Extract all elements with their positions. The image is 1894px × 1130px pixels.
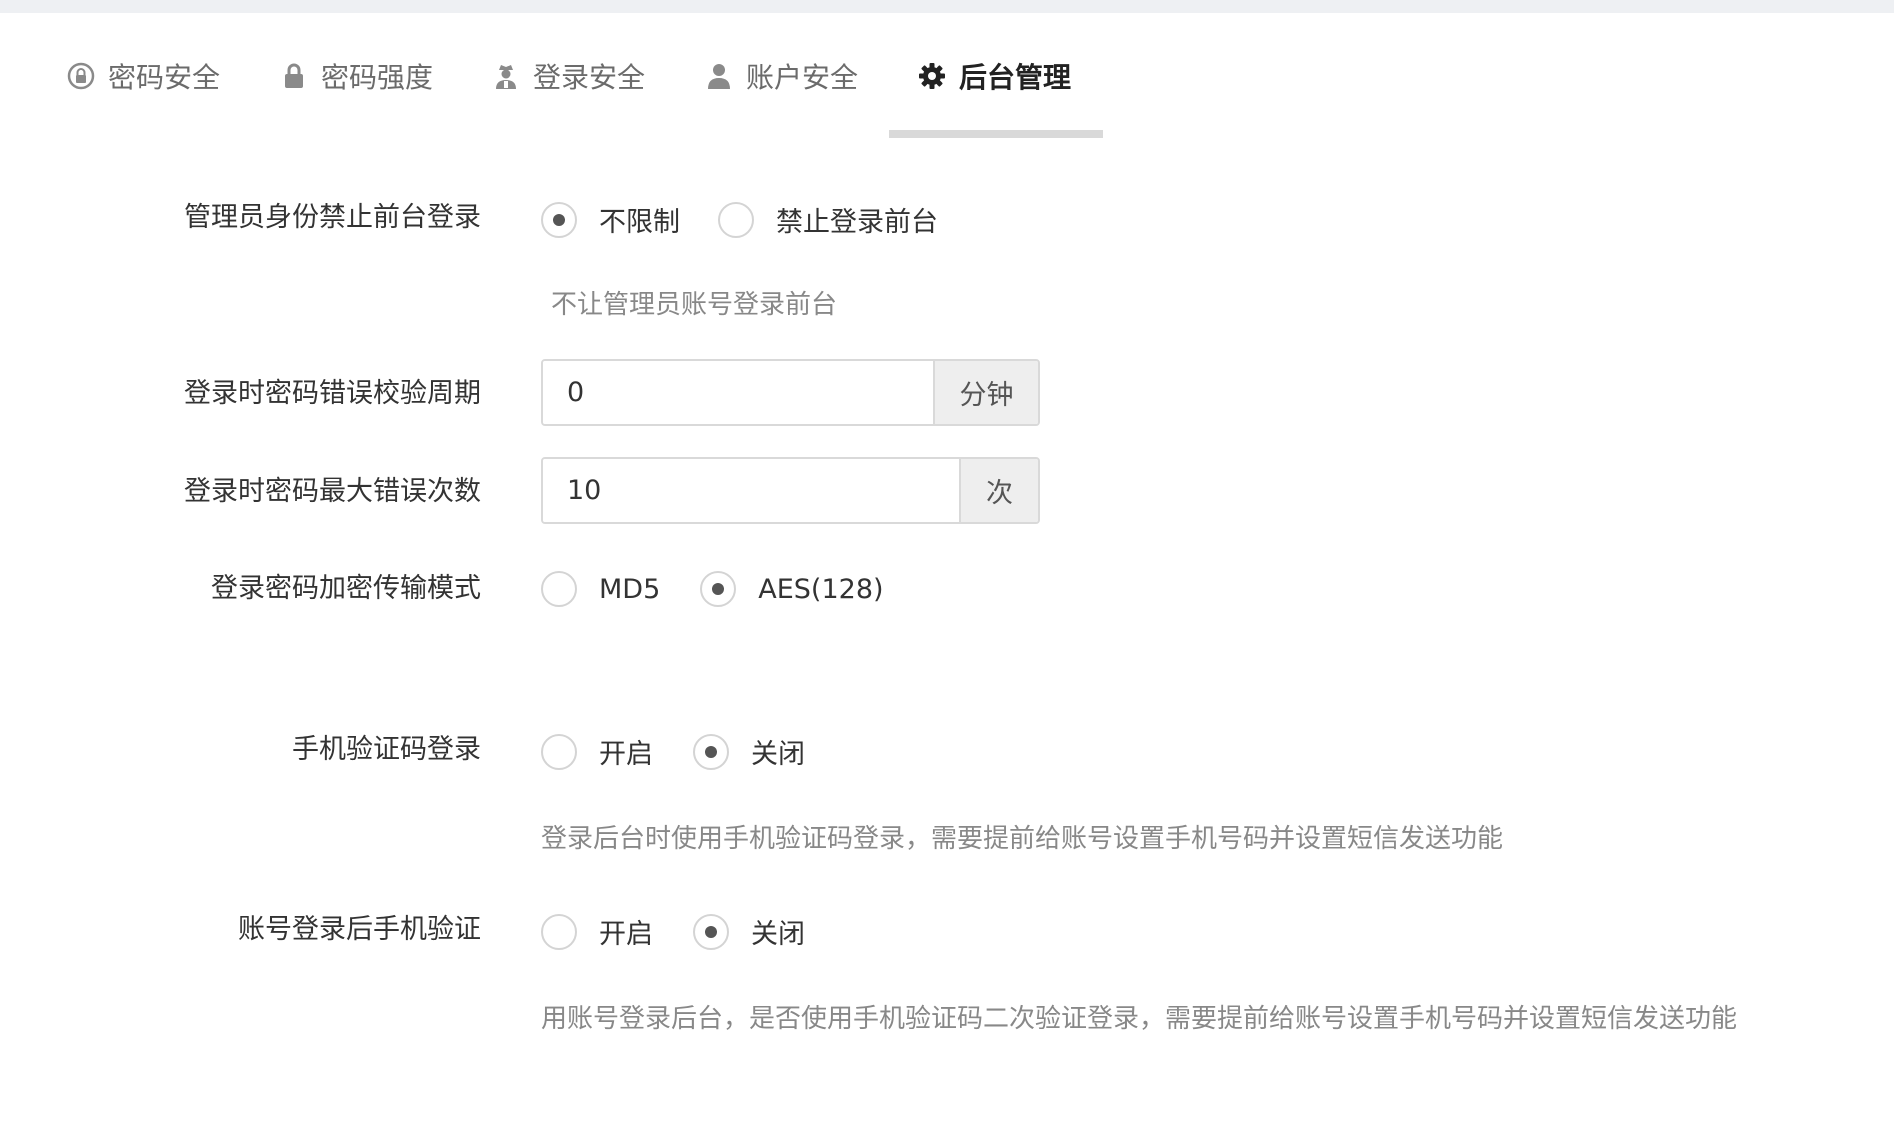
sms-login-radio-group: 开启 关闭 bbox=[541, 732, 845, 771]
sms-verify-label: 账号登录后手机验证 bbox=[238, 914, 481, 945]
user-secret-icon bbox=[491, 61, 521, 91]
max-errors-input[interactable] bbox=[543, 459, 959, 522]
active-tab-indicator bbox=[889, 130, 1103, 138]
radio-dot bbox=[705, 745, 717, 758]
radio-md5[interactable]: MD5 bbox=[541, 571, 660, 607]
max-errors-unit: 次 bbox=[959, 459, 1038, 522]
sms-login-help: 登录后台时使用手机验证码登录，需要提前给账号设置手机号码并设置短信发送功能 bbox=[541, 824, 1504, 854]
tab-bar: 密码安全 密码强度 登录安全 账户安全 后台管理 bbox=[0, 13, 1894, 138]
tab-account-security[interactable]: 账户安全 bbox=[704, 13, 858, 138]
radio-dot bbox=[712, 583, 725, 595]
radio-circle[interactable] bbox=[693, 733, 729, 770]
tab-password-security[interactable]: 密码安全 bbox=[66, 13, 220, 138]
sms-verify-help: 用账号登录后台，是否使用手机验证码二次验证登录，需要提前给账号设置手机号码并设置… bbox=[541, 1004, 1738, 1034]
sms-login-row: 手机验证码登录 开启 关闭 bbox=[0, 732, 1894, 772]
max-errors-input-group: 次 bbox=[541, 457, 1040, 524]
radio-circle[interactable] bbox=[718, 201, 754, 238]
max-errors-label: 登录时密码最大错误次数 bbox=[184, 476, 481, 507]
user-icon bbox=[704, 61, 734, 91]
tab-label: 后台管理 bbox=[959, 60, 1072, 94]
tab-label: 登录安全 bbox=[533, 60, 646, 94]
radio-dot bbox=[553, 213, 565, 226]
tab-label: 密码强度 bbox=[321, 60, 434, 94]
error-period-label: 登录时密码错误校验周期 bbox=[184, 378, 481, 409]
radio-label: 不限制 bbox=[599, 207, 680, 238]
radio-circle[interactable] bbox=[541, 571, 577, 607]
radio-label: MD5 bbox=[599, 573, 661, 605]
admin-frontend-row: 管理员身份禁止前台登录 不限制 禁止登录前台 bbox=[0, 200, 1894, 240]
error-period-input-group: 分钟 bbox=[541, 359, 1040, 426]
padlock-icon bbox=[279, 61, 309, 91]
tab-login-security[interactable]: 登录安全 bbox=[491, 13, 645, 138]
radio-circle[interactable] bbox=[541, 913, 577, 950]
radio-aes128[interactable]: AES(128) bbox=[700, 571, 884, 607]
radio-label: 开启 bbox=[599, 919, 653, 950]
tab-label: 账户安全 bbox=[746, 60, 859, 94]
lock-circle-icon bbox=[66, 61, 96, 91]
radio-forbid-frontend[interactable]: 禁止登录前台 bbox=[718, 200, 938, 239]
radio-sms-login-off[interactable]: 关闭 bbox=[693, 732, 805, 771]
encrypt-mode-row: 登录密码加密传输模式 MD5 AES(128) bbox=[0, 571, 1894, 611]
radio-label: 关闭 bbox=[751, 919, 805, 950]
radio-circle[interactable] bbox=[700, 571, 737, 607]
admin-frontend-radio-group: 不限制 禁止登录前台 bbox=[541, 200, 978, 239]
radio-circle[interactable] bbox=[541, 201, 577, 238]
sms-login-label: 手机验证码登录 bbox=[292, 734, 481, 765]
tab-password-strength[interactable]: 密码强度 bbox=[279, 13, 433, 138]
radio-circle[interactable] bbox=[693, 913, 729, 950]
encrypt-mode-radio-group: MD5 AES(128) bbox=[541, 571, 924, 607]
gear-icon bbox=[917, 61, 947, 91]
tab-admin-management[interactable]: 后台管理 bbox=[917, 13, 1071, 138]
radio-sms-verify-off[interactable]: 关闭 bbox=[693, 912, 805, 951]
error-period-input[interactable] bbox=[543, 361, 933, 424]
sms-verify-radio-group: 开启 关闭 bbox=[541, 912, 845, 951]
top-bar bbox=[0, 0, 1894, 13]
sms-verify-row: 账号登录后手机验证 开启 关闭 bbox=[0, 912, 1894, 952]
admin-frontend-label: 管理员身份禁止前台登录 bbox=[184, 202, 481, 233]
radio-label: 开启 bbox=[599, 739, 653, 770]
encrypt-mode-label: 登录密码加密传输模式 bbox=[211, 573, 481, 604]
radio-label: 禁止登录前台 bbox=[776, 207, 938, 238]
radio-label: AES(128) bbox=[758, 573, 884, 605]
radio-sms-verify-on[interactable]: 开启 bbox=[541, 912, 653, 951]
radio-sms-login-on[interactable]: 开启 bbox=[541, 732, 653, 771]
admin-frontend-help: 不让管理员账号登录前台 bbox=[551, 290, 838, 320]
error-period-unit: 分钟 bbox=[933, 361, 1038, 424]
radio-dot bbox=[705, 925, 717, 938]
radio-circle[interactable] bbox=[541, 733, 577, 770]
radio-label: 关闭 bbox=[751, 739, 805, 770]
tab-label: 密码安全 bbox=[108, 60, 221, 94]
radio-unrestricted[interactable]: 不限制 bbox=[541, 200, 680, 239]
